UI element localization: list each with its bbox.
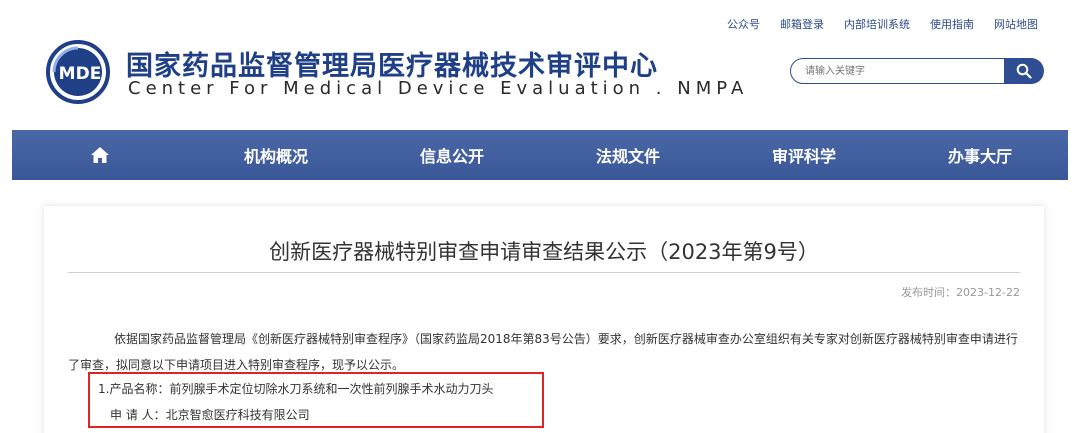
toplink-sitemap[interactable]: 网站地图: [994, 16, 1038, 32]
logo-text: MDE: [59, 64, 102, 84]
nav-home[interactable]: [12, 130, 188, 180]
nav-item-regulations[interactable]: 法规文件: [540, 130, 716, 180]
site-subtitle: Center For Medical Device Evaluation . N…: [128, 78, 749, 99]
top-links: 公众号 邮箱登录 内部培训系统 使用指南 网站地图: [727, 16, 1038, 32]
article-card: 创新医疗器械特别审查申请审查结果公示（2023年第9号） 发布时间：2023-1…: [44, 206, 1044, 433]
toplink-user-guide[interactable]: 使用指南: [930, 16, 974, 32]
toplink-wechat[interactable]: 公众号: [727, 16, 760, 32]
publish-date: 发布时间：2023-12-22: [901, 284, 1020, 300]
publish-date-value: 2023-12-22: [956, 286, 1020, 299]
search-box: [790, 58, 1044, 84]
article-paragraph: 依据国家药品监督管理局《创新医疗器械特别审查程序》（国家药监局2018年第83号…: [68, 332, 1018, 372]
applicant-line: 申 请 人：北京智愈医疗科技有限公司: [110, 408, 310, 422]
nav-item-info-disclosure[interactable]: 信息公开: [364, 130, 540, 180]
title-divider: [68, 272, 1020, 273]
nav-item-about[interactable]: 机构概况: [188, 130, 364, 180]
toplink-training-system[interactable]: 内部培训系统: [844, 16, 910, 32]
search-button[interactable]: [1004, 58, 1044, 84]
site-logo[interactable]: MDE: [44, 40, 120, 104]
article-title: 创新医疗器械特别审查申请审查结果公示（2023年第9号）: [269, 240, 819, 264]
home-icon: [91, 147, 109, 163]
main-nav: 机构概况 信息公开 法规文件 审评科学 办事大厅: [12, 130, 1068, 180]
nav-item-service-hall[interactable]: 办事大厅: [892, 130, 1068, 180]
toplink-email-login[interactable]: 邮箱登录: [780, 16, 824, 32]
search-icon: [1016, 63, 1032, 79]
nav-item-review-science[interactable]: 审评科学: [716, 130, 892, 180]
publish-date-label: 发布时间：: [901, 286, 957, 299]
search-input[interactable]: [790, 58, 1006, 84]
product-name-line: 1.产品名称：前列腺手术定位切除水刀系统和一次性前列腺手术水动力刀头: [98, 382, 494, 396]
